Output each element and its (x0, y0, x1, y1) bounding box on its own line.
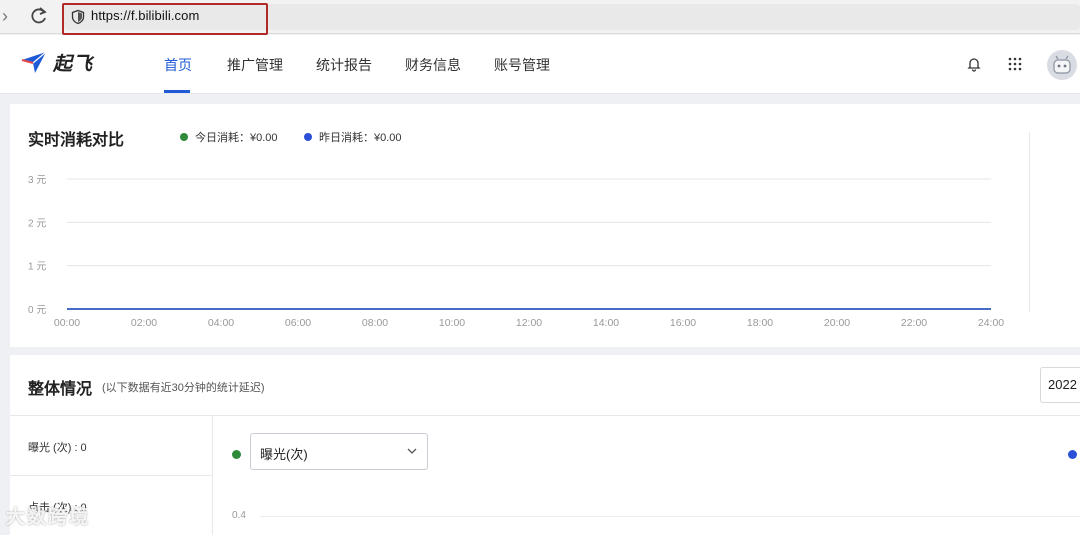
metric-divider (10, 475, 213, 476)
gridline (260, 516, 1080, 517)
card-divider (1029, 132, 1030, 312)
x-tick-label: 10:00 (439, 317, 465, 329)
x-tick-label: 16:00 (670, 317, 696, 329)
x-tick-label: 00:00 (54, 317, 80, 329)
nav-promotion[interactable]: 推广管理 (227, 55, 283, 75)
nav-account[interactable]: 账号管理 (494, 55, 550, 75)
apps-grid-icon[interactable] (1008, 57, 1022, 71)
overview-title: 整体情况 (28, 381, 93, 398)
y-tick-label: 3 元 (28, 175, 46, 186)
x-tick-label: 20:00 (824, 317, 850, 329)
app-header: 起飞 首页 推广管理 统计报告 财务信息 账号管理 (0, 35, 1080, 94)
x-tick-label: 06:00 (285, 317, 311, 329)
metric-select[interactable]: 曝光(次) (250, 433, 428, 470)
y-tick-label: 0 元 (28, 305, 46, 316)
x-tick-label: 08:00 (362, 317, 388, 329)
forward-icon[interactable]: › (2, 6, 16, 26)
overview-subtitle: (以下数据有近30分钟的统计延迟) (102, 382, 265, 394)
date-range-picker[interactable]: 2022 (1040, 367, 1080, 403)
y-tick-label: 0.4 (232, 510, 246, 521)
metric-select-value: 曝光(次) (260, 447, 308, 462)
x-tick-label: 22:00 (901, 317, 927, 329)
paper-plane-logo-icon[interactable] (21, 50, 47, 74)
bell-icon[interactable] (966, 56, 982, 72)
nav-home[interactable]: 首页 (164, 55, 192, 75)
x-tick-label: 14:00 (593, 317, 619, 329)
robot-avatar-icon (1053, 55, 1071, 74)
logo-text[interactable]: 起飞 (53, 49, 93, 76)
x-tick-label: 12:00 (516, 317, 542, 329)
nav-reports[interactable]: 统计报告 (316, 55, 372, 75)
avatar[interactable] (1047, 50, 1077, 80)
browser-toolbar: › https://f.bilibili.com (0, 0, 1080, 35)
x-tick-label: 24:00 (978, 317, 1004, 329)
series-green-dot (232, 450, 241, 459)
active-nav-indicator (164, 90, 190, 93)
y-tick-label: 2 元 (28, 218, 46, 229)
chevron-down-icon (407, 448, 417, 454)
realtime-line-chart: 0 元 1 元 2 元 3 元 00:00 02:00 04:00 06:00 08:00 10:… (28, 175, 1004, 329)
watermark: 大数跨境 (6, 507, 91, 528)
metric-impressions[interactable]: 曝光 (次) : 0 (28, 439, 87, 455)
x-tick-label: 04:00 (208, 317, 234, 329)
nav-finance[interactable]: 财务信息 (405, 55, 461, 75)
shield-icon (71, 9, 85, 25)
x-tick-label: 02:00 (131, 317, 157, 329)
series-blue-dot (1068, 450, 1077, 459)
x-tick-label: 18:00 (747, 317, 773, 329)
y-tick-label: 1 元 (28, 262, 46, 273)
realtime-spend-card: 实时消耗对比 今日消耗：¥0.00 昨日消耗：¥0.00 0 元1 元2 元3 … (10, 104, 1080, 347)
address-bar[interactable] (64, 4, 1080, 30)
reload-icon[interactable] (28, 4, 50, 28)
url-text[interactable]: https://f.bilibili.com (91, 8, 199, 23)
overview-card: 整体情况 (以下数据有近30分钟的统计延迟) 2022 曝光 (次) : 0 点… (10, 355, 1080, 535)
